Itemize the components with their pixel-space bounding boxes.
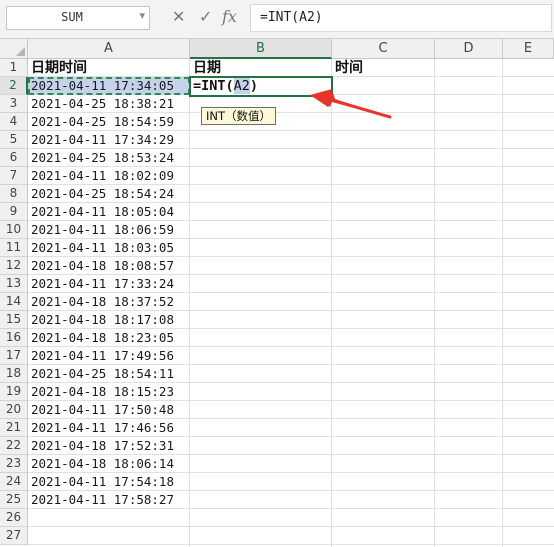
check-icon[interactable]: ✓ — [199, 7, 212, 27]
name-box[interactable]: SUM ▾ — [6, 6, 150, 30]
formula-bar: SUM ▾ ✕ ✓ fx =INT(A2) — [0, 0, 554, 38]
cancel-icon[interactable]: ✕ — [172, 7, 185, 27]
spreadsheet-grid[interactable]: A B C D E 1 2 3 4 5 6 7 8 9 10 11 12 13 14 15 16 17 18 19 2… — [0, 39, 554, 547]
formula-input-text: =INT(A2) — [260, 10, 323, 25]
chevron-down-icon[interactable]: ▾ — [139, 9, 145, 22]
insert-function-icon[interactable]: fx — [222, 7, 237, 27]
name-box-value: SUM — [61, 10, 83, 24]
annotation-arrow-icon — [310, 89, 392, 119]
formula-input[interactable]: =INT(A2) — [250, 4, 552, 32]
